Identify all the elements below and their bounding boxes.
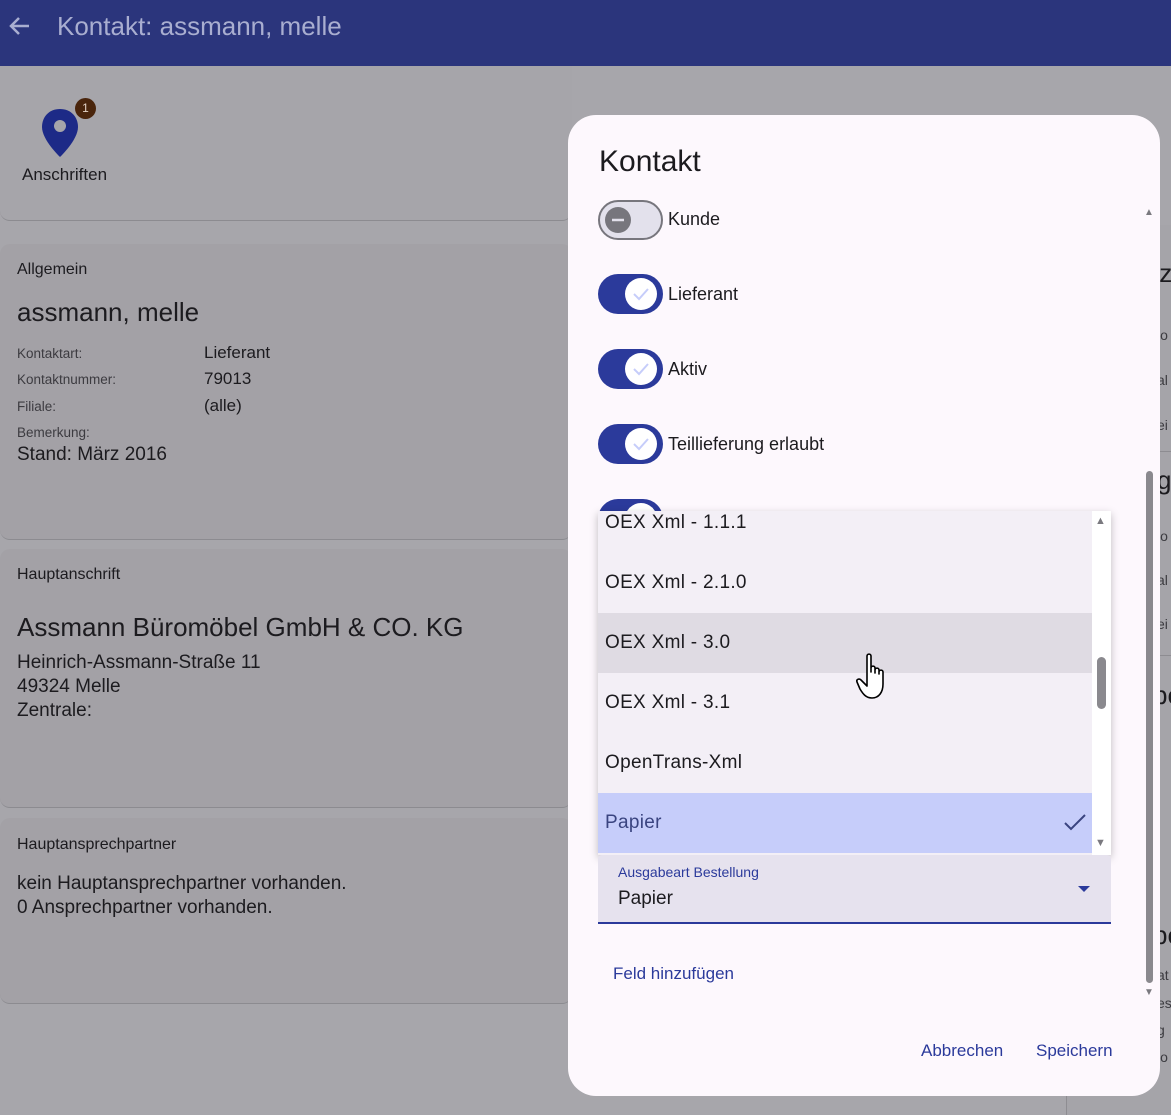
switch-knob <box>625 428 657 460</box>
minus-icon <box>612 218 624 222</box>
dropdown-option[interactable]: OEX Xml - 1.1.1 <box>598 511 1092 553</box>
add-field-button[interactable]: Feld hinzufügen <box>613 964 734 984</box>
address-card: Hauptanschrift Assmann Büromöbel GmbH & … <box>0 549 572 808</box>
select-value: Papier <box>618 888 673 909</box>
scroll-down-arrow-icon[interactable]: ▼ <box>1144 987 1154 998</box>
kontaktnummer-value: 79013 <box>204 369 252 388</box>
ausgabeart-select[interactable]: Ausgabeart Bestellung Papier <box>598 855 1111 924</box>
teillieferung-label: Teillieferung erlaubt <box>668 434 825 454</box>
scroll-up-arrow-icon[interactable]: ▲ <box>1095 515 1106 527</box>
switch-knob <box>625 353 657 385</box>
city: 49324 Melle <box>17 676 121 697</box>
kontaktart-label: Kontaktart: <box>17 346 83 361</box>
dropdown-option[interactable]: OEX Xml - 3.0 <box>598 613 1092 673</box>
cancel-button[interactable]: Abbrechen <box>921 1041 1003 1061</box>
scroll-down-arrow-icon[interactable]: ▼ <box>1095 837 1106 849</box>
save-button[interactable]: Speichern <box>1036 1041 1113 1061</box>
scroll-up-arrow-icon[interactable]: ▲ <box>1144 207 1154 218</box>
aktiv-switch[interactable] <box>598 349 663 389</box>
contact-person-card: Hauptansprechpartner kein Hauptansprechp… <box>0 818 572 1004</box>
check-icon <box>633 288 649 301</box>
address-type: Zentrale: <box>17 700 92 721</box>
app-bar: Kontakt: assmann, melle <box>0 0 1171 66</box>
aktiv-label: Aktiv <box>668 359 708 379</box>
anschriften-label[interactable]: Anschriften <box>22 165 107 185</box>
select-label: Ausgabeart Bestellung <box>618 864 759 880</box>
switch-knob <box>625 278 657 310</box>
street: Heinrich-Assmann-Straße 11 <box>17 652 261 673</box>
lieferant-label: Lieferant <box>668 284 739 304</box>
section-header: Hauptanschrift <box>17 566 121 583</box>
check-icon <box>633 363 649 376</box>
contact-name: assmann, melle <box>17 297 200 327</box>
kunde-switch[interactable] <box>598 200 663 240</box>
dropdown-option[interactable]: OEX Xml - 3.1 <box>598 673 1092 733</box>
contact-dialog: Kontakt Kunde Lieferant Aktiv Teilliefer… <box>568 115 1160 1096</box>
filiale-label: Filiale: <box>17 399 57 414</box>
kontaktart-value: Lieferant <box>204 343 271 362</box>
filiale-value: (alle) <box>204 396 242 415</box>
company-name: Assmann Büromöbel GmbH & CO. KG <box>17 612 464 642</box>
teillieferung-switch[interactable] <box>598 424 663 464</box>
dropdown-arrow-icon[interactable] <box>1077 884 1091 894</box>
arrow-left-icon[interactable] <box>8 12 32 40</box>
hand-cursor-icon <box>856 653 884 699</box>
dropdown-option-selected[interactable]: Papier <box>598 793 1092 853</box>
bemerkung-value: Stand: März 2016 <box>17 444 167 465</box>
count-badge: 1 <box>75 98 96 119</box>
dropdown-option[interactable]: OpenTrans-Xml <box>598 733 1092 793</box>
lieferant-switch[interactable] <box>598 274 663 314</box>
option-label: Papier <box>605 812 662 833</box>
kunde-label: Kunde <box>668 209 721 229</box>
actions-card: 1 Anschriften <box>0 66 572 221</box>
kontaktnummer-label: Kontaktnummer: <box>17 372 117 387</box>
general-card: Allgemein assmann, melle Kontaktart: Lie… <box>0 244 572 540</box>
switch-knob <box>605 207 631 233</box>
page-title: Kontakt: assmann, melle <box>57 11 342 41</box>
check-icon <box>1064 814 1086 831</box>
dropdown-option[interactable]: OEX Xml - 2.1.0 <box>598 553 1092 613</box>
dropdown-scrollbar-thumb[interactable] <box>1097 657 1106 709</box>
bemerkung-label: Bemerkung: <box>17 425 90 440</box>
section-header: Hauptansprechpartner <box>17 836 177 853</box>
contact-info-line: 0 Ansprechpartner vorhanden. <box>17 897 273 918</box>
dialog-title: Kontakt <box>599 145 701 178</box>
check-icon <box>633 438 649 451</box>
section-header: Allgemein <box>17 261 88 278</box>
dialog-scrollbar-thumb[interactable] <box>1146 471 1153 983</box>
map-pin-icon[interactable] <box>40 107 80 159</box>
contact-info-line: kein Hauptansprechpartner vorhanden. <box>17 873 347 894</box>
